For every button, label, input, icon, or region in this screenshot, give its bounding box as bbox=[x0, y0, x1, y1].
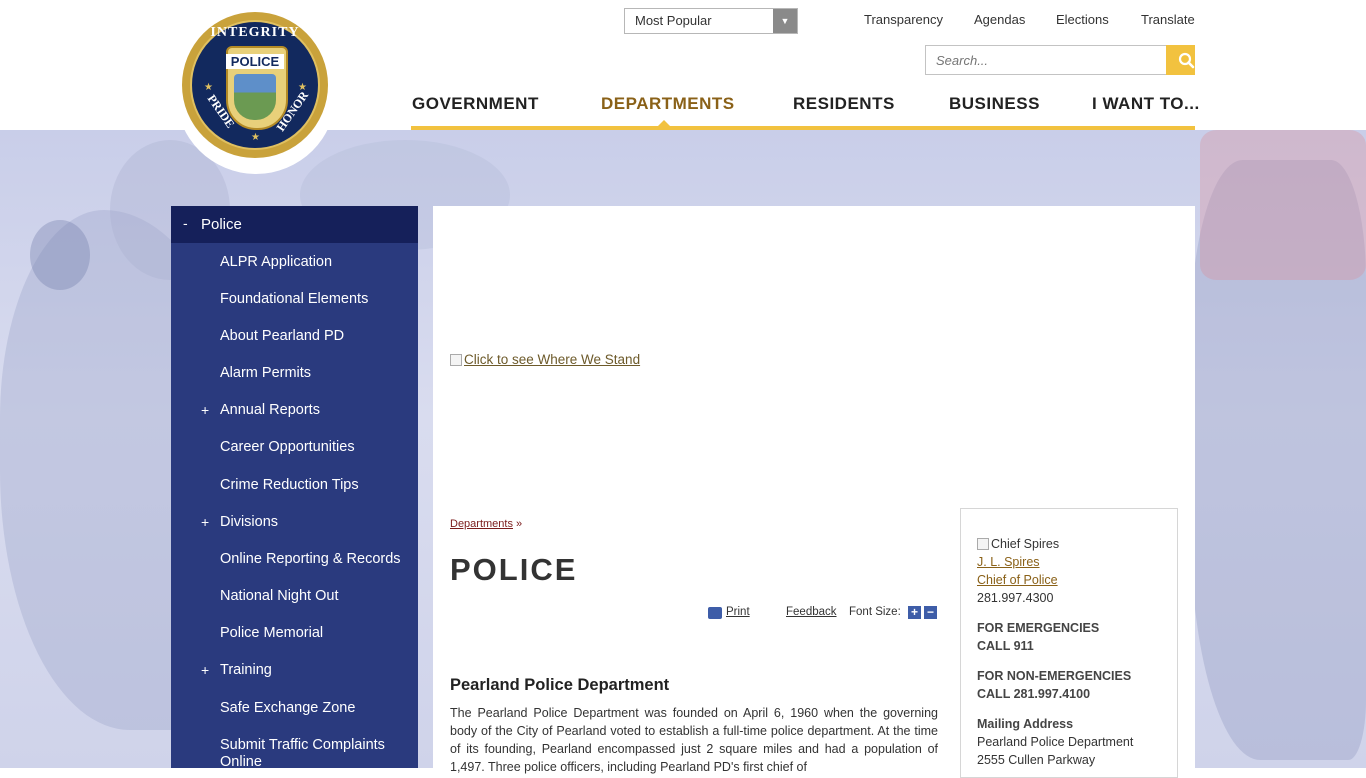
nav-residents[interactable]: RESIDENTS bbox=[793, 94, 895, 114]
sidebar-item-label: Submit Traffic Complaints Online bbox=[220, 737, 385, 768]
police-seal-logo: INTEGRITY PRIDE HONOR ★ ★ ★ POLICE bbox=[182, 12, 328, 158]
sidebar-section-police[interactable]: - Police bbox=[171, 206, 418, 243]
sidebar-item-safe-exchange-zone[interactable]: Safe Exchange Zone bbox=[171, 700, 418, 734]
emergency-label: FOR EMERGENCIES bbox=[977, 621, 1100, 635]
seal-top-text: INTEGRITY bbox=[210, 25, 300, 40]
sidebar-item-label: About Pearland PD bbox=[220, 328, 345, 344]
sidebar-item-label: National Night Out bbox=[220, 588, 339, 604]
sidebar-item-label: Foundational Elements bbox=[220, 291, 369, 307]
star-icon: ★ bbox=[204, 82, 213, 93]
nav-business[interactable]: BUSINESS bbox=[949, 94, 1040, 114]
sidebar-item-label: Crime Reduction Tips bbox=[220, 477, 359, 493]
chief-role-link[interactable]: Chief of Police bbox=[977, 571, 1177, 589]
sidebar-item-annual-reports[interactable]: + Annual Reports bbox=[171, 402, 418, 436]
print-link[interactable]: Print bbox=[726, 606, 750, 618]
main-content: Click to see Where We Stand Departments … bbox=[433, 206, 1195, 778]
link-agendas[interactable]: Agendas bbox=[974, 12, 1025, 27]
sidebar-item-label: Career Opportunities bbox=[220, 439, 355, 455]
link-translate[interactable]: Translate bbox=[1141, 12, 1195, 27]
sidebar-item-about-pearland-pd[interactable]: About Pearland PD bbox=[171, 328, 418, 362]
broken-image-icon bbox=[977, 538, 989, 550]
emergency-number: CALL 911 bbox=[977, 639, 1034, 653]
sidebar-item-national-night-out[interactable]: National Night Out bbox=[171, 588, 418, 622]
font-increase-button[interactable]: + bbox=[908, 606, 921, 619]
dropdown-arrow-icon: ▼ bbox=[773, 9, 797, 33]
font-decrease-button[interactable]: − bbox=[924, 606, 937, 619]
bg-flag-shape bbox=[1200, 130, 1366, 280]
link-elections[interactable]: Elections bbox=[1056, 12, 1109, 27]
bg-helmet-shape bbox=[30, 220, 90, 290]
banner-alt-text: Click to see Where We Stand bbox=[464, 352, 641, 367]
sidebar-item-label: ALPR Application bbox=[220, 254, 333, 270]
nav-departments[interactable]: DEPARTMENTS bbox=[601, 94, 735, 114]
nav-government[interactable]: GOVERNMENT bbox=[412, 94, 539, 114]
sidebar-item-submit-traffic-complaints[interactable]: Submit Traffic Complaints Online bbox=[171, 737, 418, 768]
sidebar-item-foundational-elements[interactable]: Foundational Elements bbox=[171, 291, 418, 325]
broken-image-icon bbox=[450, 354, 462, 366]
sidebar-item-label: Annual Reports bbox=[220, 402, 320, 418]
mailing-address-label: Mailing Address bbox=[977, 717, 1074, 731]
sidebar-item-alpr-application[interactable]: ALPR Application bbox=[171, 254, 418, 288]
feedback-link[interactable]: Feedback bbox=[786, 606, 837, 618]
most-popular-selected: Most Popular bbox=[635, 13, 712, 28]
chief-phone: 281.997.4300 bbox=[977, 591, 1054, 605]
page-tools: Print Feedback Font Size: + − bbox=[708, 606, 938, 622]
seal-badge-label: POLICE bbox=[226, 54, 284, 69]
page-title: POLICE bbox=[450, 552, 578, 587]
sidebar-item-divisions[interactable]: + Divisions bbox=[171, 514, 418, 548]
main-nav: GOVERNMENT DEPARTMENTS RESIDENTS BUSINES… bbox=[411, 88, 1199, 132]
where-we-stand-banner-link[interactable]: Click to see Where We Stand bbox=[450, 352, 640, 367]
font-size-label: Font Size: bbox=[849, 606, 901, 618]
sidebar-section-label: Police bbox=[201, 216, 242, 233]
chief-name-link[interactable]: J. L. Spires bbox=[977, 553, 1177, 571]
print-icon[interactable] bbox=[708, 607, 722, 619]
article-heading: Pearland Police Department bbox=[450, 676, 670, 694]
logo-link[interactable]: INTEGRITY PRIDE HONOR ★ ★ ★ POLICE bbox=[176, 0, 336, 174]
mailing-street: 2555 Cullen Parkway bbox=[977, 753, 1096, 767]
mailing-name: Pearland Police Department bbox=[977, 735, 1134, 749]
nav-i-want-to[interactable]: I WANT TO... bbox=[1092, 94, 1200, 114]
article-body: The Pearland Police Department was found… bbox=[450, 706, 938, 774]
search-input[interactable] bbox=[925, 45, 1167, 75]
sidebar-item-online-reporting[interactable]: Online Reporting & Records bbox=[171, 551, 418, 585]
most-popular-dropdown[interactable]: Most Popular ▼ bbox=[624, 8, 798, 34]
sidebar-item-label: Police Memorial bbox=[220, 625, 324, 641]
expand-icon[interactable]: + bbox=[201, 402, 209, 418]
link-transparency[interactable]: Transparency bbox=[864, 12, 943, 27]
texas-scene-icon bbox=[234, 74, 276, 120]
sidebar-item-crime-reduction-tips[interactable]: Crime Reduction Tips bbox=[171, 477, 418, 511]
sidebar-item-label: Alarm Permits bbox=[220, 365, 312, 381]
sidebar-item-label: Safe Exchange Zone bbox=[220, 700, 356, 716]
nonemergency-number: CALL 281.997.4100 bbox=[977, 687, 1091, 701]
breadcrumb: Departments » bbox=[450, 518, 522, 530]
star-icon: ★ bbox=[298, 82, 307, 93]
nav-underline-bar bbox=[411, 126, 1195, 130]
chief-photo: Chief Spires bbox=[977, 535, 1177, 553]
sidebar-item-alarm-permits[interactable]: Alarm Permits bbox=[171, 365, 418, 399]
site-header: INTEGRITY PRIDE HONOR ★ ★ ★ POLICE Most … bbox=[0, 0, 1366, 174]
search-button[interactable] bbox=[1166, 45, 1195, 75]
breadcrumb-separator: » bbox=[516, 518, 523, 530]
badge-emblem: POLICE bbox=[226, 46, 288, 130]
sidebar-item-training[interactable]: + Training bbox=[171, 662, 418, 696]
contact-card: Chief Spires J. L. Spires Chief of Polic… bbox=[960, 508, 1178, 778]
chief-photo-alt: Chief Spires bbox=[991, 537, 1060, 551]
breadcrumb-departments[interactable]: Departments bbox=[450, 518, 513, 530]
sidebar-item-label: Training bbox=[220, 662, 272, 678]
sidebar-nav: - Police ALPR Application Foundational E… bbox=[171, 206, 418, 768]
expand-icon[interactable]: + bbox=[201, 514, 209, 530]
expand-icon[interactable]: + bbox=[201, 662, 209, 678]
sidebar-item-police-memorial[interactable]: Police Memorial bbox=[171, 625, 418, 659]
collapse-icon[interactable]: - bbox=[183, 215, 188, 231]
seal-inner: INTEGRITY PRIDE HONOR ★ ★ ★ POLICE bbox=[190, 20, 320, 150]
sidebar-item-career-opportunities[interactable]: Career Opportunities bbox=[171, 439, 418, 473]
sidebar-item-label: Online Reporting & Records bbox=[220, 551, 401, 567]
sidebar-item-label: Divisions bbox=[220, 514, 279, 530]
star-icon: ★ bbox=[251, 132, 260, 143]
nonemergency-label: FOR NON-EMERGENCIES bbox=[977, 669, 1132, 683]
search-icon bbox=[1178, 52, 1195, 69]
